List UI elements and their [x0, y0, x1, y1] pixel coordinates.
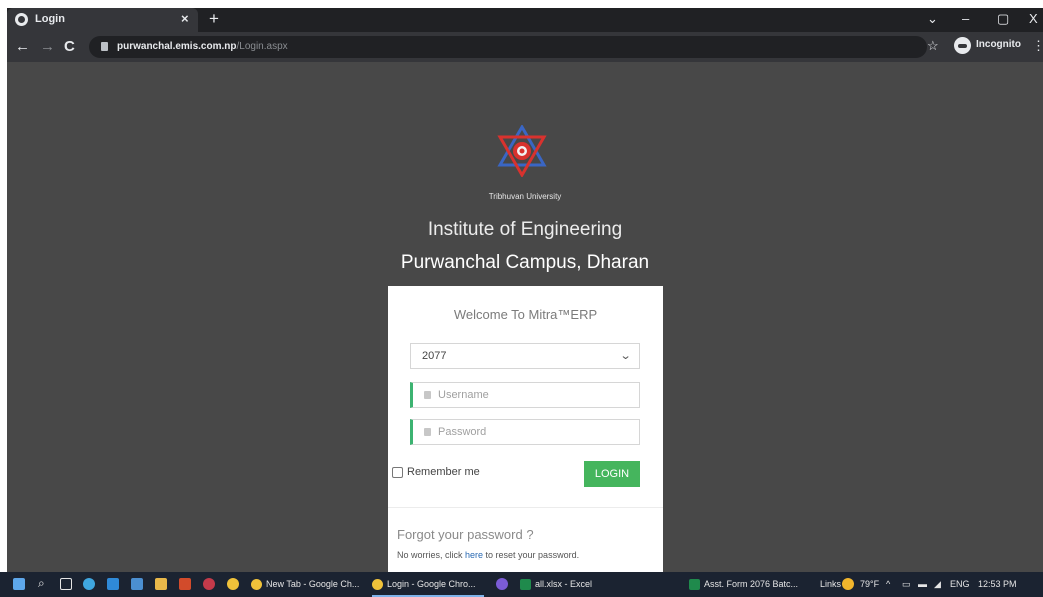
tab-close-button[interactable]: ×	[181, 11, 189, 26]
page-viewport: Tribhuvan University Institute of Engine…	[7, 62, 1043, 572]
remember-me-checkbox[interactable]	[392, 467, 403, 478]
taskbar-item-new-tab[interactable]: New Tab - Google Ch...	[251, 572, 363, 597]
network-icon[interactable]: ▭	[902, 579, 911, 590]
url-host: purwanchal.emis.com.np	[117, 41, 237, 52]
close-window-button[interactable]: X	[1029, 11, 1038, 26]
address-bar[interactable]: purwanchal.emis.com.np/Login.aspx	[89, 36, 927, 58]
chrome-icon	[251, 579, 262, 590]
url-path: /Login.aspx	[236, 41, 288, 52]
login-card: Welcome To Mitra™ERP 2077 ⌄ Username Pas…	[388, 286, 663, 572]
taskbar-item-label: New Tab - Google Ch...	[266, 579, 360, 589]
search-icon[interactable]: ⌕	[38, 576, 45, 591]
links-toolbar[interactable]: Links	[820, 579, 841, 589]
institute-name: Institute of Engineering	[427, 219, 623, 240]
media-icon[interactable]	[203, 578, 215, 590]
login-button[interactable]: LOGIN	[584, 461, 640, 487]
taskbar-item-excel[interactable]: all.xlsx - Excel	[520, 572, 640, 597]
forward-arrow-icon[interactable]: →	[40, 38, 55, 55]
reset-password-text: No worries, click here to reset your pas…	[397, 550, 579, 560]
screen: Login × + ⌄ – ▢ X ← → C purwanchal.emis.…	[0, 0, 1043, 597]
minimize-button[interactable]: –	[962, 11, 969, 26]
store-icon[interactable]	[131, 578, 143, 590]
year-select[interactable]: 2077 ⌄	[410, 343, 640, 369]
password-placeholder: Password	[438, 426, 487, 438]
incognito-icon	[954, 37, 971, 54]
browser-tab-strip: Login × + ⌄ – ▢ X	[7, 8, 1043, 32]
app-icon[interactable]	[179, 578, 191, 590]
task-view-icon[interactable]	[60, 578, 72, 590]
password-input[interactable]: Password	[410, 419, 640, 445]
browser-toolbar: ← → C purwanchal.emis.com.np/Login.aspx …	[7, 32, 1043, 62]
reset-prefix: No worries, click	[397, 550, 466, 560]
tab-search-button[interactable]: ⌄	[927, 11, 938, 27]
back-arrow-icon[interactable]: ←	[15, 38, 30, 55]
bookmark-star-icon[interactable]: ☆	[927, 38, 939, 54]
username-placeholder: Username	[438, 389, 489, 401]
chevron-up-icon[interactable]: ^	[886, 579, 890, 589]
tab-title: Login	[35, 13, 65, 25]
new-tab-button[interactable]: +	[209, 9, 219, 29]
user-icon	[424, 391, 431, 399]
welcome-heading: Welcome To Mitra™ERP	[453, 307, 598, 322]
excel-icon	[689, 579, 700, 590]
volume-icon[interactable]: ◢	[934, 579, 941, 590]
chevron-down-icon: ⌄	[619, 350, 632, 362]
remember-me-label[interactable]: Remember me	[407, 466, 480, 478]
card-divider	[388, 507, 663, 508]
weather-temp[interactable]: 79°F	[860, 579, 879, 589]
reset-suffix: to reset your password.	[483, 550, 580, 560]
username-input[interactable]: Username	[410, 382, 640, 408]
reload-icon[interactable]: C	[64, 38, 75, 55]
chrome-icon[interactable]	[227, 578, 239, 590]
maximize-button[interactable]: ▢	[997, 11, 1009, 27]
incognito-label[interactable]: Incognito	[976, 39, 1021, 50]
year-select-value: 2077	[422, 350, 447, 362]
lock-icon	[424, 428, 431, 436]
taskbar-item-label: Login - Google Chro...	[387, 579, 476, 589]
folder-icon[interactable]	[155, 578, 167, 590]
globe-icon	[15, 13, 28, 26]
university-logo	[497, 125, 547, 177]
app-icon[interactable]	[496, 578, 508, 590]
forgot-password-title: Forgot your password ?	[397, 527, 534, 542]
taskbar-item-label: Asst. Form 2076 Batc...	[704, 579, 799, 589]
taskbar-item-login[interactable]: Login - Google Chro...	[372, 572, 484, 597]
excel-icon	[520, 579, 531, 590]
reset-password-link[interactable]: here	[465, 550, 483, 560]
url-text: purwanchal.emis.com.np/Login.aspx	[117, 41, 288, 52]
taskbar-item-label: all.xlsx - Excel	[535, 579, 593, 589]
language-indicator[interactable]: ENG	[950, 579, 970, 589]
battery-icon[interactable]: ▬	[918, 579, 927, 589]
weather-icon[interactable]	[842, 578, 854, 590]
edge-icon[interactable]	[83, 578, 95, 590]
browser-tab[interactable]: Login ×	[7, 8, 198, 32]
taskbar-item-asst-form[interactable]: Asst. Form 2076 Batc...	[689, 572, 807, 597]
clock[interactable]: 12:53 PM	[978, 579, 1042, 589]
chrome-icon	[372, 579, 383, 590]
more-menu-icon[interactable]: ⋮	[1032, 38, 1043, 54]
windows-start-icon[interactable]	[13, 578, 25, 590]
lock-icon	[101, 42, 108, 51]
campus-name: Purwanchal Campus, Dharan	[400, 252, 650, 273]
university-name: Tribhuvan University	[488, 192, 562, 201]
taskbar: ⌕ New Tab - Google Ch... Login - Google …	[0, 572, 1043, 597]
mail-icon[interactable]	[107, 578, 119, 590]
